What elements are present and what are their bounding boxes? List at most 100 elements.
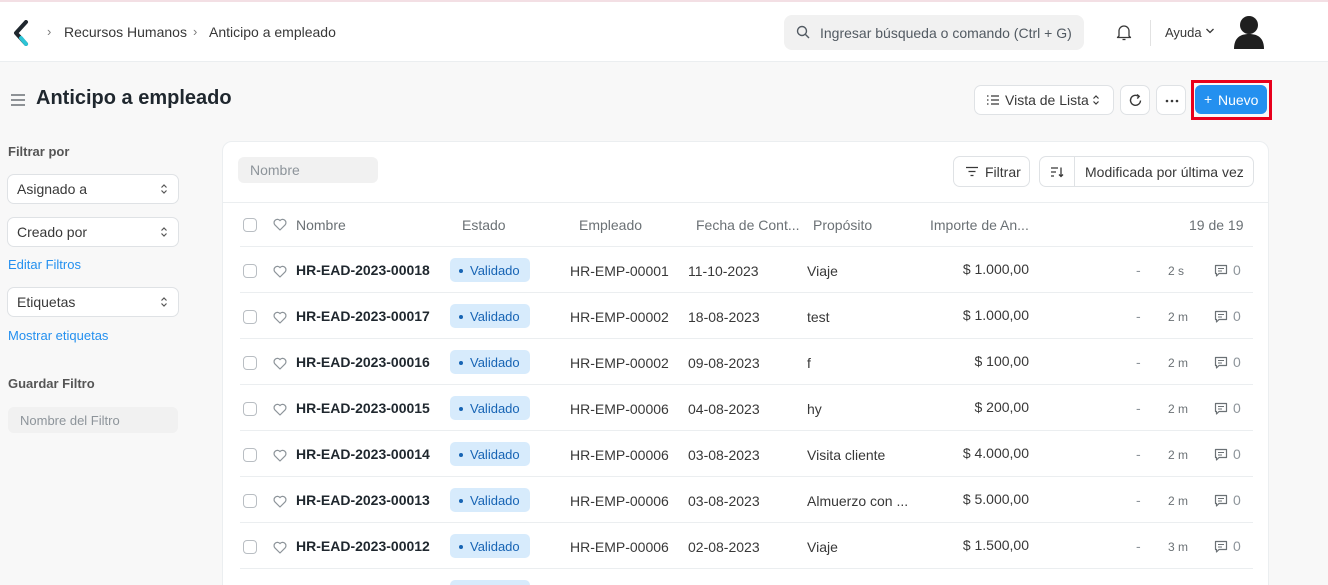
user-avatar-icon[interactable] — [1232, 14, 1266, 50]
status-dot-icon — [459, 499, 463, 503]
date-cell: 18-08-2023 — [688, 309, 760, 325]
comment-icon[interactable] — [1214, 264, 1228, 278]
record-name-link[interactable]: HR-EAD-2023-00016 — [296, 354, 430, 370]
search-input[interactable]: Ingresar búsqueda o comando (Ctrl + G) — [784, 15, 1084, 50]
column-header-name[interactable]: Nombre — [296, 217, 346, 233]
row-divider — [240, 384, 1253, 385]
show-tags-link[interactable]: Mostrar etiquetas — [8, 328, 108, 343]
assigned-dash: - — [1136, 538, 1141, 554]
chevron-down-icon[interactable] — [1205, 27, 1215, 35]
row-checkbox[interactable] — [243, 540, 257, 554]
record-name-link[interactable]: HR-EAD-2023-00015 — [296, 400, 430, 416]
heart-icon[interactable] — [273, 403, 287, 416]
column-header-purpose[interactable]: Propósito — [813, 217, 872, 233]
modified-time: 2 m — [1168, 494, 1189, 508]
employee-cell: HR-EMP-00006 — [570, 493, 669, 509]
sidebar-toggle-icon[interactable] — [10, 93, 26, 107]
record-name-link[interactable]: HR-EAD-2023-00012 — [296, 538, 430, 554]
status-label: Validado — [470, 447, 520, 462]
notification-bell-icon[interactable] — [1116, 24, 1132, 41]
new-button[interactable]: + Nuevo — [1195, 85, 1267, 114]
status-label: Validado — [470, 539, 520, 554]
record-name-link[interactable]: HR-EAD-2023-00014 — [296, 446, 430, 462]
row-checkbox[interactable] — [243, 448, 257, 462]
comment-icon[interactable] — [1214, 356, 1228, 370]
search-icon — [796, 25, 810, 39]
help-menu[interactable]: Ayuda — [1165, 25, 1202, 40]
breadcrumb-employee-advance[interactable]: Anticipo a empleado — [209, 24, 336, 40]
up-down-chevron-icon — [161, 297, 167, 307]
record-name-link[interactable]: HR-EAD-2023-00013 — [296, 492, 430, 508]
list-view-select[interactable]: Vista de Lista — [974, 85, 1114, 115]
status-label: Validado — [470, 309, 520, 324]
employee-cell: HR-EMP-00006 — [570, 539, 669, 555]
date-cell: 03-08-2023 — [688, 447, 760, 463]
modified-time: 2 m — [1168, 356, 1189, 370]
employee-cell: HR-EMP-00006 — [570, 447, 669, 463]
date-cell: 03-08-2023 — [688, 493, 760, 509]
status-dot-icon — [459, 315, 463, 319]
column-header-employee[interactable]: Empleado — [579, 217, 642, 233]
sort-control[interactable]: Modificada por última vez — [1039, 156, 1254, 187]
purpose-cell: test — [807, 309, 830, 325]
heart-icon[interactable] — [273, 265, 287, 278]
heart-icon[interactable] — [273, 357, 287, 370]
status-badge: Validado — [450, 304, 530, 328]
comment-icon[interactable] — [1214, 448, 1228, 462]
row-divider — [240, 430, 1253, 431]
filter-button[interactable]: Filtrar — [953, 156, 1030, 187]
assigned-dash: - — [1136, 446, 1141, 462]
status-dot-icon — [459, 361, 463, 365]
app-logo-icon[interactable] — [12, 20, 30, 46]
column-header-amount[interactable]: Importe de An... — [930, 217, 1029, 233]
name-filter-input[interactable]: Nombre — [238, 157, 378, 183]
more-dots-icon — [1165, 99, 1179, 103]
record-name-link[interactable]: HR-EAD-2023-00017 — [296, 308, 430, 324]
heart-icon[interactable] — [273, 218, 287, 231]
page-title: Anticipo a empleado — [36, 87, 232, 109]
created-by-select[interactable]: Creado por — [7, 217, 179, 247]
assigned-dash: - — [1136, 400, 1141, 416]
status-badge: Validado — [450, 442, 530, 466]
record-name-link[interactable]: HR-EAD-2023-00018 — [296, 262, 430, 278]
filter-name-input[interactable]: Nombre del Filtro — [8, 407, 178, 433]
select-all-checkbox[interactable] — [243, 218, 257, 232]
comment-icon[interactable] — [1214, 402, 1228, 416]
status-label: Validado — [470, 401, 520, 416]
edit-filters-link[interactable]: Editar Filtros — [8, 257, 81, 272]
more-actions-button[interactable] — [1156, 85, 1186, 115]
sort-divider — [1074, 157, 1075, 186]
comment-icon[interactable] — [1214, 540, 1228, 554]
filter-by-heading: Filtrar por — [8, 144, 70, 159]
heart-icon[interactable] — [273, 495, 287, 508]
row-checkbox[interactable] — [243, 402, 257, 416]
status-dot-icon — [459, 453, 463, 457]
refresh-button[interactable] — [1120, 85, 1150, 115]
heart-icon[interactable] — [273, 449, 287, 462]
row-checkbox[interactable] — [243, 356, 257, 370]
toolbar-divider — [223, 202, 1268, 203]
row-checkbox[interactable] — [243, 494, 257, 508]
modified-time: 3 m — [1168, 540, 1189, 554]
column-header-status[interactable]: Estado — [462, 217, 506, 233]
modified-time: 2 m — [1168, 402, 1189, 416]
tags-select[interactable]: Etiquetas — [7, 287, 179, 317]
row-checkbox[interactable] — [243, 310, 257, 324]
heart-icon[interactable] — [273, 311, 287, 324]
row-checkbox[interactable] — [243, 264, 257, 278]
comment-icon[interactable] — [1214, 310, 1228, 324]
name-filter-placeholder: Nombre — [250, 162, 300, 178]
navbar-divider — [1150, 20, 1151, 46]
row-divider — [240, 246, 1253, 247]
breadcrumb-hr[interactable]: Recursos Humanos — [64, 24, 187, 40]
assigned-to-select[interactable]: Asignado a — [7, 174, 179, 204]
sort-field-label[interactable]: Modificada por última vez — [1085, 164, 1244, 180]
comment-icon[interactable] — [1214, 494, 1228, 508]
sort-direction-icon[interactable] — [1050, 166, 1064, 178]
amount-cell: $ 100,00 — [974, 353, 1030, 369]
status-label: Validado — [470, 493, 520, 508]
column-header-date[interactable]: Fecha de Cont... — [696, 217, 800, 233]
heart-icon[interactable] — [273, 541, 287, 554]
comment-count: 0 — [1233, 262, 1241, 278]
modified-time: 2 m — [1168, 310, 1189, 324]
